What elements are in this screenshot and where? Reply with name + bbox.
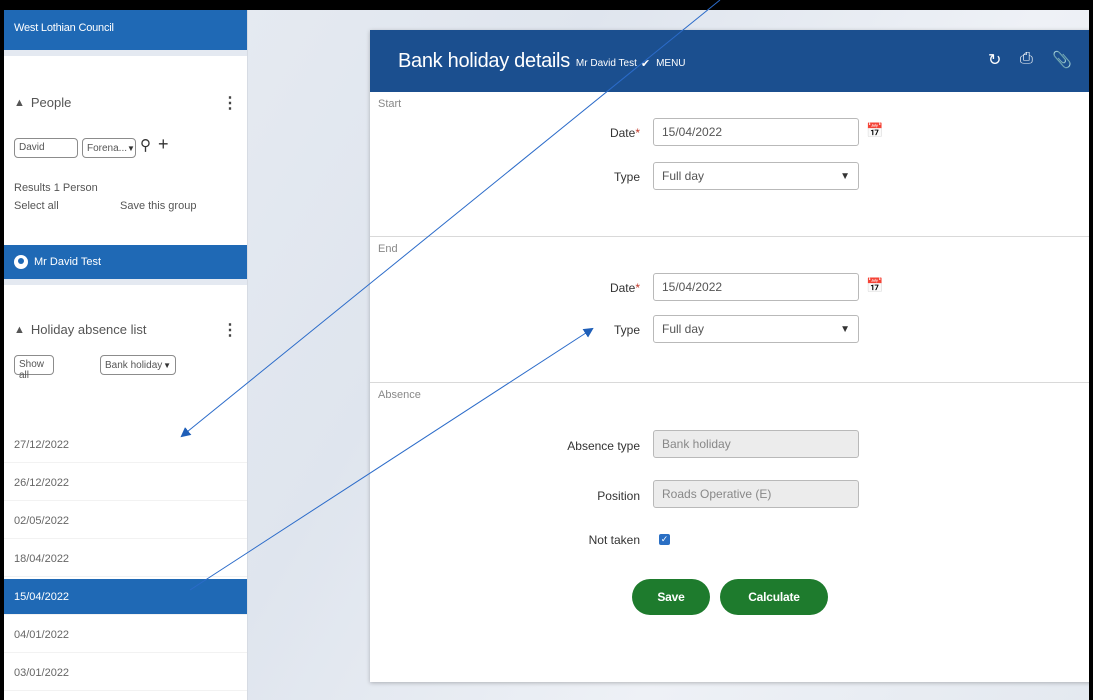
page-title: Bank holiday details — [398, 49, 570, 72]
divider — [4, 50, 247, 56]
end-section-label: End — [378, 243, 398, 255]
results-count: Results 1 Person — [14, 182, 98, 194]
end-date-label-text: Date — [609, 281, 636, 295]
print-icon[interactable]: ⎙ — [1020, 50, 1033, 68]
save-group-link[interactable]: Save this group — [120, 200, 196, 212]
absence-type-field: Bank holiday — [653, 430, 859, 458]
not-taken-label: Not taken — [588, 533, 640, 547]
required-marker: * — [635, 126, 640, 140]
calendar-icon[interactable]: 📅 — [866, 277, 883, 294]
start-section-label: Start — [378, 98, 402, 110]
screenshot-frame: West Lothian Council ▲ People ⋮ David Fo… — [0, 0, 1093, 700]
absence-list-item[interactable]: 26/12/2022 — [4, 465, 247, 501]
subject-name[interactable]: Mr David Test — [576, 58, 637, 69]
start-type-label: Type — [613, 170, 640, 184]
bank-holiday-details-card: Bank holiday details Mr David Test ✔ MEN… — [370, 30, 1089, 682]
absence-list-header[interactable]: ▲ Holiday absence list ⋮ — [14, 320, 238, 340]
start-date-label: Date* — [580, 126, 640, 140]
absence-filter-select[interactable]: Bank holiday ▼ — [100, 355, 176, 375]
sidebar: West Lothian Council ▲ People ⋮ David Fo… — [4, 10, 248, 700]
calculate-button[interactable]: Calculate — [720, 579, 828, 615]
start-date-input[interactable]: 15/04/2022 — [653, 118, 859, 146]
end-date-label: Date* — [580, 281, 640, 295]
end-date-input[interactable]: 15/04/2022 — [653, 273, 859, 301]
select-all-link[interactable]: Select all — [14, 200, 59, 212]
chevron-down-icon: ▼ — [840, 170, 850, 182]
absence-list-item[interactable]: 04/01/2022 — [4, 617, 247, 653]
chevron-up-icon[interactable]: ▲ — [14, 324, 25, 336]
position-field: Roads Operative (E) — [653, 480, 859, 508]
search-icon[interactable]: ⚲ — [140, 136, 151, 154]
end-type-select[interactable]: Full day ▼ — [653, 315, 859, 343]
chevron-down-icon: ▼ — [163, 360, 171, 370]
avatar — [14, 255, 28, 269]
absence-filter-value: Bank holiday — [105, 359, 163, 371]
show-all-button[interactable]: Show all — [14, 355, 54, 381]
start-type-select[interactable]: Full day ▼ — [653, 162, 859, 190]
selected-person-row[interactable]: Mr David Test — [4, 245, 247, 279]
end-section: End Date* 15/04/2022 📅 Type Full day ▼ — [370, 236, 1089, 382]
absence-type-label: Absence type — [567, 439, 640, 453]
start-section: Start Date* 15/04/2022 📅 Type Full day ▼ — [370, 92, 1089, 236]
people-panel-header[interactable]: ▲ People ⋮ — [14, 93, 238, 113]
absence-list-item[interactable]: 27/12/2022 — [4, 427, 247, 463]
absence-list-item[interactable]: 15/04/2022 — [4, 579, 247, 615]
not-taken-checkbox[interactable]: ✓ — [659, 534, 670, 545]
person-search-input[interactable]: David — [14, 138, 78, 158]
end-type-label: Type — [613, 323, 640, 337]
menu-button[interactable]: MENU — [656, 58, 685, 69]
app-window: West Lothian Council ▲ People ⋮ David Fo… — [4, 10, 1089, 700]
search-field-value: Forena... — [87, 142, 128, 154]
position-label: Position — [597, 489, 640, 503]
required-marker: * — [635, 281, 640, 295]
chevron-down-icon: ▼ — [840, 323, 850, 335]
card-header: Bank holiday details Mr David Test ✔ MEN… — [370, 30, 1089, 92]
absence-section: Absence Absence type Bank holiday Positi… — [370, 382, 1089, 682]
absence-list-item[interactable]: 03/01/2022 — [4, 655, 247, 691]
refresh-icon[interactable]: ↻ — [988, 50, 1001, 70]
org-name: West Lothian Council — [4, 10, 247, 50]
add-icon[interactable]: + — [158, 134, 169, 155]
divider — [4, 279, 247, 285]
absence-list-item[interactable]: 02/05/2022 — [4, 503, 247, 539]
attachment-icon[interactable]: 📎 — [1052, 50, 1072, 70]
start-type-value: Full day — [662, 169, 705, 183]
chevron-up-icon[interactable]: ▲ — [14, 97, 25, 109]
selected-person-name: Mr David Test — [34, 256, 102, 268]
search-field-select[interactable]: Forena... ▼ — [82, 138, 136, 158]
kebab-menu-icon[interactable]: ⋮ — [222, 320, 238, 340]
absence-list-heading: Holiday absence list — [30, 322, 147, 337]
chevron-down-icon[interactable]: ✔ — [641, 57, 650, 70]
start-date-label-text: Date — [609, 126, 636, 140]
calendar-icon[interactable]: 📅 — [866, 122, 883, 139]
absence-section-label: Absence — [378, 389, 421, 401]
absence-list-item[interactable]: 18/04/2022 — [4, 541, 247, 577]
chevron-down-icon: ▼ — [127, 143, 135, 153]
kebab-menu-icon[interactable]: ⋮ — [222, 93, 238, 113]
people-heading: People — [30, 95, 72, 110]
save-button[interactable]: Save — [632, 579, 710, 615]
end-type-value: Full day — [662, 322, 705, 336]
